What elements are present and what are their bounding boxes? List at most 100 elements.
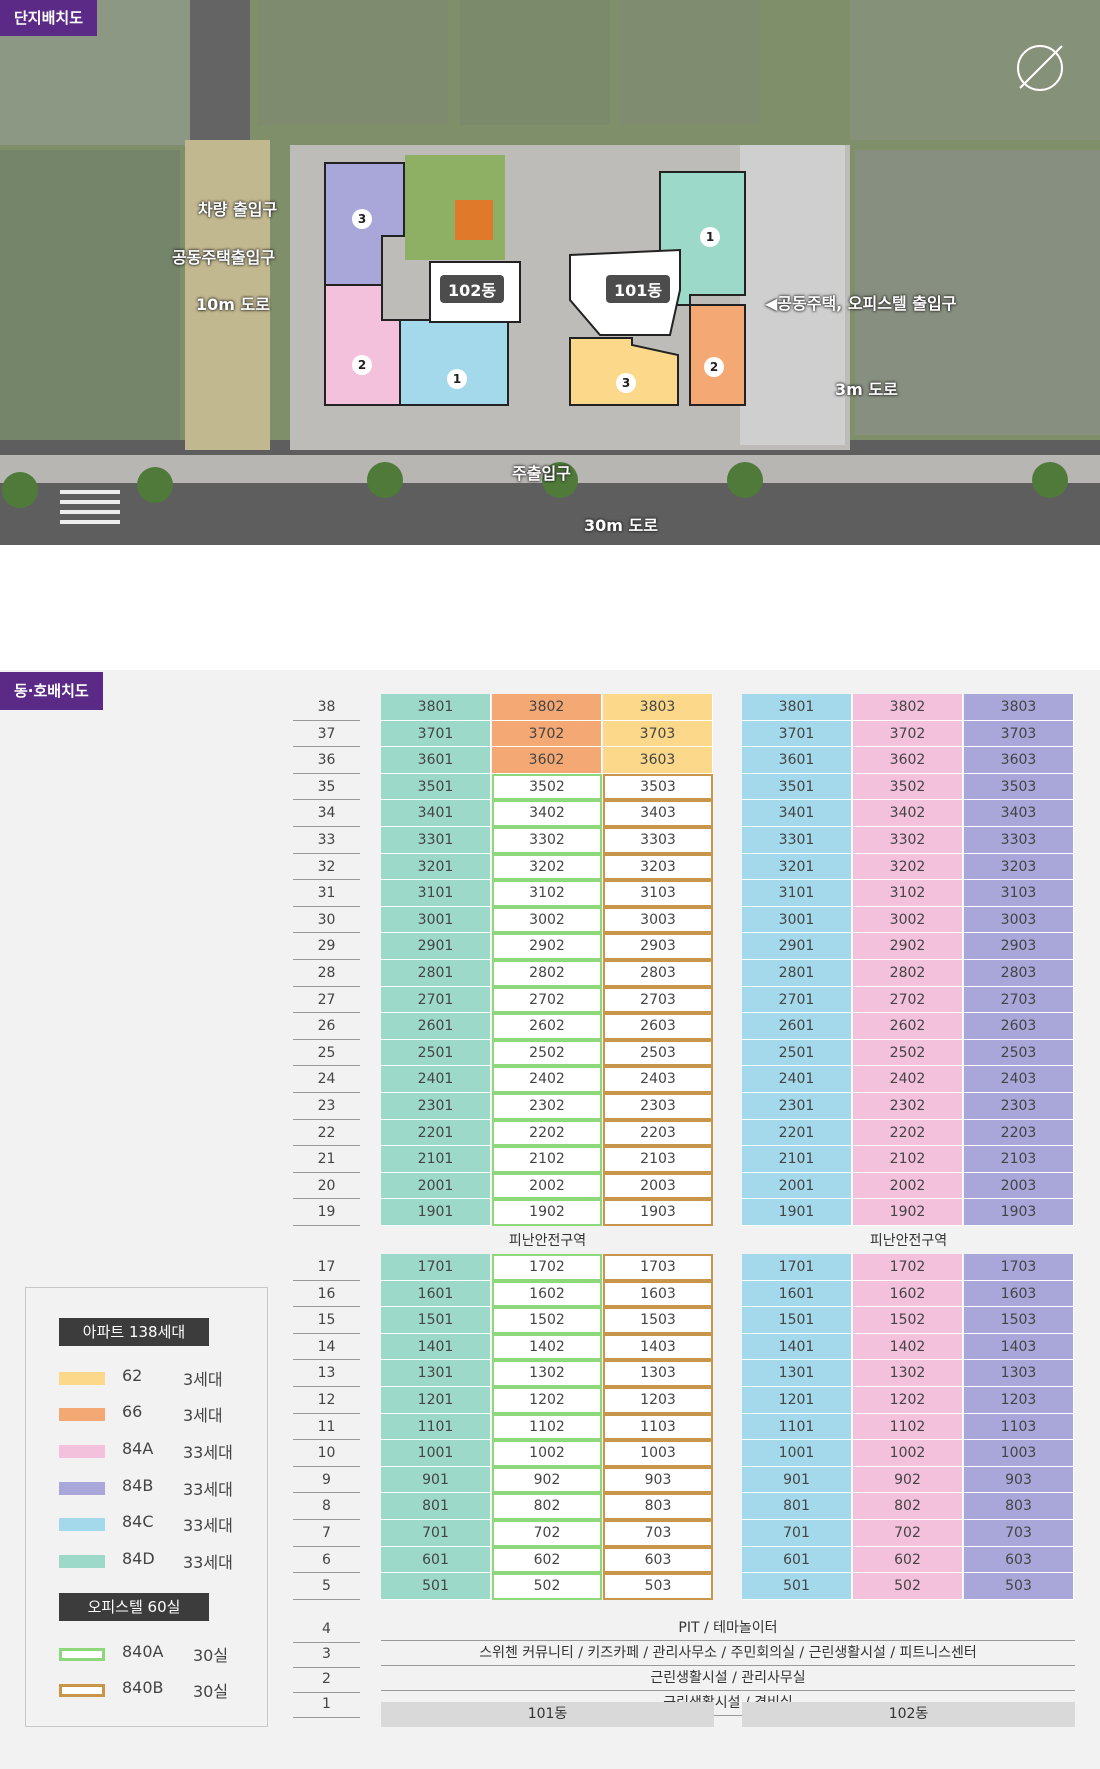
legend-type: 84D [122, 1549, 155, 1568]
unit-102-2301: 2301 [742, 1093, 852, 1120]
color-swatch [59, 1518, 105, 1531]
unit-101-2901: 2901 [381, 933, 491, 960]
unit-101-903: 903 [603, 1466, 713, 1494]
unit-101-602: 602 [492, 1546, 602, 1574]
unit-101-3301: 3301 [381, 827, 491, 854]
unit-101-2401: 2401 [381, 1066, 491, 1093]
unit-101-2101: 2101 [381, 1146, 491, 1173]
floor-label: 8 [293, 1493, 360, 1520]
unit-102-3101: 3101 [742, 880, 852, 907]
unit-102-2702: 2702 [853, 986, 963, 1014]
unit-101-2302: 2302 [492, 1093, 602, 1120]
color-swatch [59, 1372, 105, 1385]
unit-102-3602: 3602 [853, 747, 963, 774]
unit-101-1701: 1701 [381, 1254, 491, 1281]
unit-101-3103: 3103 [603, 880, 713, 907]
unit-101-2403: 2403 [603, 1066, 713, 1093]
unit-101-3502: 3502 [492, 773, 602, 801]
road-30m-label: 30m 도로 [584, 516, 658, 535]
unit-102-2803: 2803 [964, 960, 1074, 987]
unit-102-3802: 3802 [853, 694, 963, 721]
legend-item-84d: 84D 33세대 [59, 1549, 249, 1572]
floor-label: 20 [293, 1173, 360, 1200]
officetel-legend-title: 오피스텔 60실 [59, 1593, 209, 1621]
legend-count: 3세대 [183, 1406, 223, 1425]
unit-101-1003: 1003 [603, 1440, 713, 1467]
legend-item-84a: 84A 33세대 [59, 1439, 249, 1462]
unit-102-2902: 2902 [853, 933, 963, 960]
refuge-zone-102: 피난안전구역 [869, 1233, 948, 1249]
dong-101-badge: 101동 [606, 275, 671, 303]
unit-102-2002: 2002 [853, 1172, 963, 1200]
unit-101-2003: 2003 [603, 1172, 713, 1200]
unit-102-603: 603 [964, 1546, 1074, 1574]
floor-label: 27 [293, 987, 360, 1014]
unit-101-1901: 1901 [381, 1199, 491, 1226]
unit-101-3001: 3001 [381, 906, 491, 934]
unit-101-2703: 2703 [603, 986, 713, 1014]
unit-101-803: 803 [603, 1493, 713, 1520]
floor-label: 31 [293, 880, 360, 907]
unit-101-3603: 3603 [603, 747, 713, 774]
unit-102-601: 601 [742, 1546, 852, 1574]
unit-102-2701: 2701 [742, 986, 852, 1014]
unit-101-1103: 1103 [603, 1413, 713, 1441]
unit-101-501: 501 [381, 1573, 491, 1600]
unit-102-2601: 2601 [742, 1013, 852, 1040]
unit-102-3803: 3803 [964, 694, 1074, 721]
unit-101-701: 701 [381, 1520, 491, 1547]
outline-swatch [59, 1684, 105, 1697]
unit-101-3701: 3701 [381, 720, 491, 748]
unit-101-3802: 3802 [492, 694, 602, 721]
dong-102-badge: 102동 [440, 275, 505, 303]
unit-102-3203: 3203 [964, 853, 1074, 881]
unit-102-1701: 1701 [742, 1254, 852, 1281]
unit-102-3502: 3502 [853, 773, 963, 801]
legend-count: 3세대 [183, 1370, 223, 1389]
floor-label: 29 [293, 933, 360, 960]
unit-101-1301: 1301 [381, 1360, 491, 1387]
floor-label: 4 [293, 1616, 360, 1643]
unit-101-2603: 2603 [603, 1013, 713, 1040]
unit-102-502: 502 [853, 1573, 963, 1600]
floor-label: 36 [293, 747, 360, 774]
unit-101-2203: 2203 [603, 1119, 713, 1147]
unit-101-3202: 3202 [492, 853, 602, 881]
legend-item-62: 62 3세대 [59, 1366, 249, 1389]
unit-102-1503: 1503 [964, 1307, 1074, 1334]
unit-101-2902: 2902 [492, 933, 602, 960]
unit-101-3102: 3102 [492, 880, 602, 907]
floor-label: 2 [293, 1666, 360, 1693]
unit-101-3403: 3403 [603, 800, 713, 827]
unit-102-3403: 3403 [964, 800, 1074, 827]
unit-102-1101: 1101 [742, 1413, 852, 1441]
floor-label: 17 [293, 1254, 360, 1281]
legend-type: 84B [122, 1476, 154, 1495]
dong-101-footer: 101동 [381, 1702, 714, 1727]
unit-101-3503: 3503 [603, 773, 713, 801]
unit-102-703: 703 [964, 1520, 1074, 1547]
unit-102-1303: 1303 [964, 1360, 1074, 1387]
legend-type: 84A [122, 1439, 154, 1458]
housing-office-entrance-label: ◀공동주택, 오피스텔 출입구 [765, 294, 957, 313]
floor-label: 3 [293, 1641, 360, 1668]
unit-type-marker: 2 [352, 355, 372, 375]
unit-102-1401: 1401 [742, 1333, 852, 1361]
unit-101-2301: 2301 [381, 1093, 491, 1120]
unit-101-1601: 1601 [381, 1280, 491, 1308]
legend-type: 66 [122, 1402, 143, 1421]
unit-101-1903: 1903 [603, 1199, 713, 1226]
unit-type-marker: 1 [700, 227, 720, 247]
road-10m-label: 10m 도로 [196, 295, 270, 314]
floor-label: 7 [293, 1520, 360, 1547]
unit-101-1201: 1201 [381, 1387, 491, 1414]
unit-101-3703: 3703 [603, 720, 713, 748]
unit-101-1402: 1402 [492, 1333, 602, 1361]
unit-type-marker: 3 [352, 209, 372, 229]
unit-102-702: 702 [853, 1520, 963, 1547]
unit-101-2802: 2802 [492, 960, 602, 987]
unit-101-702: 702 [492, 1520, 602, 1547]
unit-101-2502: 2502 [492, 1039, 602, 1067]
unit-102-701: 701 [742, 1520, 852, 1547]
unit-102-3501: 3501 [742, 773, 852, 801]
